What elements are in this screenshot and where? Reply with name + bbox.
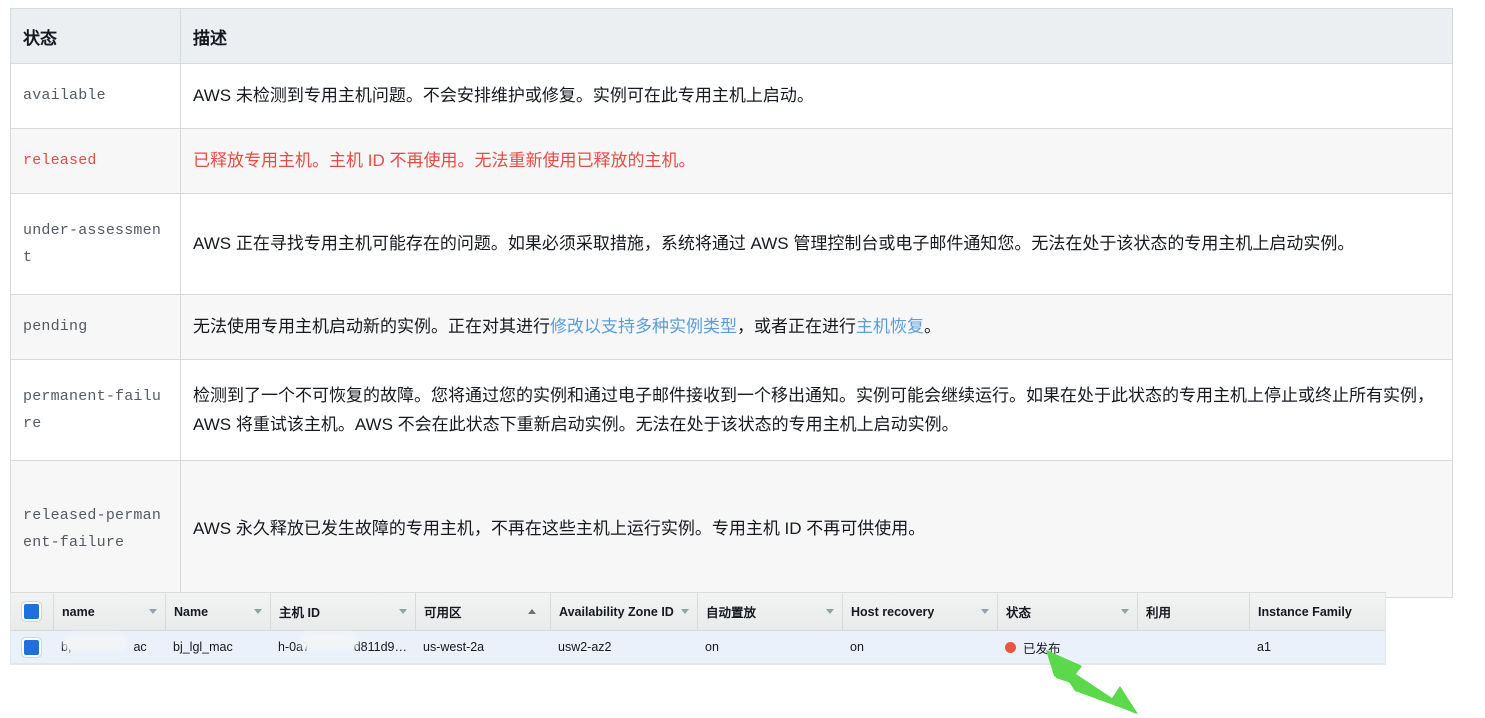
cell-host-id-prefix: h-0a7	[278, 640, 310, 654]
host-state-reference-table: 状态 描述 available AWS 未检测到专用主机问题。不会安排维护或修复…	[10, 8, 1453, 598]
pending-desc-text-3: 。	[924, 317, 941, 337]
chevron-down-icon[interactable]	[826, 609, 834, 614]
table-row: pending 无法使用专用主机启动新的实例。正在对其进行修改以支持多种实例类型…	[10, 294, 1453, 360]
column-header-name[interactable]: Name	[165, 593, 270, 630]
column-header-instance-family[interactable]: Instance Family	[1249, 593, 1385, 630]
column-header-status[interactable]: 状态	[997, 593, 1137, 630]
column-header-label: 主机 ID	[279, 606, 320, 620]
pending-desc-text-2: ，或者正在进行	[737, 317, 856, 337]
table-row: under-assessment AWS 正在寻找专用主机可能存在的问题。如果必…	[10, 193, 1453, 295]
state-description-released: 已释放专用主机。主机 ID 不再使用。无法重新使用已释放的主机。	[180, 128, 1453, 194]
column-header-label: Instance Family	[1258, 604, 1352, 619]
state-value-pending: pending	[10, 294, 181, 360]
column-header-label: Name	[174, 604, 209, 619]
cell-auto-placement: on	[705, 640, 719, 654]
cell-host-id-suffix: d811d9…	[353, 640, 407, 654]
column-header-state: 状态	[10, 8, 181, 64]
chevron-down-icon[interactable]	[681, 609, 689, 614]
cell-status: 已发布	[997, 631, 1137, 663]
chevron-down-icon[interactable]	[399, 609, 407, 614]
state-description-released-permanent-failure: AWS 永久释放已发生故障的专用主机，不再在这些主机上运行实例。专用主机 ID …	[180, 460, 1453, 598]
column-header-label: 利用	[1146, 606, 1172, 620]
chevron-down-icon[interactable]	[1121, 609, 1129, 614]
cell-name-tag-prefix: b,	[61, 640, 72, 654]
column-header-label: 自动置放	[706, 606, 757, 620]
column-header-name-tag[interactable]: name	[53, 593, 165, 630]
state-value-released-permanent-failure: released-permanent-failure	[10, 460, 181, 598]
column-header-label: Availability Zone ID	[559, 604, 674, 619]
cell-availability-zone: us-west-2a	[423, 640, 485, 654]
column-header-host-recovery[interactable]: Host recovery	[842, 593, 997, 630]
column-header-availability-zone[interactable]: 可用区	[415, 593, 550, 630]
cell-instance-family: a1	[1257, 640, 1271, 654]
column-header-label: 可用区	[424, 606, 462, 620]
chevron-down-icon[interactable]	[981, 609, 989, 614]
column-header-description: 描述	[180, 8, 1453, 64]
cell-name-tag-suffix: ac	[133, 640, 147, 654]
column-header-availability-zone-id[interactable]: Availability Zone ID	[550, 593, 697, 630]
dedicated-hosts-grid: name Name 主机 ID 可用区 Availability Zone ID…	[10, 592, 1386, 665]
status-badge: 已发布	[1023, 641, 1061, 656]
state-value-released: released	[10, 128, 181, 194]
sort-ascending-icon[interactable]	[528, 609, 536, 614]
state-value-under-assessment: under-assessment	[10, 193, 181, 295]
state-value-permanent-failure: permanent-failure	[10, 359, 181, 461]
grid-header-row: name Name 主机 ID 可用区 Availability Zone ID…	[11, 593, 1385, 631]
state-description-permanent-failure: 检测到了一个不可恢复的故障。您将通过您的实例和通过电子邮件接收到一个移出通知。实…	[180, 359, 1453, 461]
doc-table-head: 状态 描述	[10, 8, 1453, 64]
link-host-recovery[interactable]: 主机恢复	[856, 317, 924, 336]
column-header-host-id[interactable]: 主机 ID	[270, 593, 415, 630]
cell-name: bj_lgl_mac	[173, 640, 233, 654]
select-all-cell[interactable]	[11, 593, 53, 630]
pending-desc-text-1: 无法使用专用主机启动新的实例。正在对其进行	[193, 317, 550, 337]
doc-table-header-row: 状态 描述	[10, 8, 1453, 64]
state-description-under-assessment: AWS 正在寻找专用主机可能存在的问题。如果必须采取措施，系统将通过 AWS 管…	[180, 193, 1453, 295]
cell-host-recovery: on	[850, 640, 864, 654]
chevron-down-icon[interactable]	[254, 609, 262, 614]
column-header-label: 状态	[1006, 606, 1032, 620]
table-row: released 已释放专用主机。主机 ID 不再使用。无法重新使用已释放的主机…	[10, 128, 1453, 194]
column-header-auto-placement[interactable]: 自动置放	[697, 593, 842, 630]
link-modify-instance-types[interactable]: 修改以支持多种实例类型	[550, 317, 737, 336]
row-select-checkbox[interactable]	[24, 639, 39, 655]
column-header-label: name	[62, 604, 95, 619]
table-row: permanent-failure 检测到了一个不可恢复的故障。您将通过您的实例…	[10, 359, 1453, 461]
table-row[interactable]: b, ac bj_lgl_mac h-0a7 d811d9… us-west-2…	[11, 631, 1385, 664]
chevron-down-icon[interactable]	[149, 609, 157, 614]
select-all-checkbox[interactable]	[24, 604, 39, 619]
cell-host-id: h-0a7 d811d9…	[270, 631, 415, 663]
cell-utilization	[1137, 631, 1249, 663]
doc-table: 状态 描述 available AWS 未检测到专用主机问题。不会安排维护或修复…	[10, 8, 1453, 598]
column-header-utilization[interactable]: 利用	[1137, 593, 1249, 630]
doc-table-body: available AWS 未检测到专用主机问题。不会安排维护或修复。实例可在此…	[10, 63, 1453, 598]
cell-availability-zone-id: usw2-az2	[558, 640, 612, 654]
row-select-cell[interactable]	[11, 631, 53, 663]
cell-name-tag: b, ac	[53, 631, 165, 663]
state-description-pending: 无法使用专用主机启动新的实例。正在对其进行修改以支持多种实例类型，或者正在进行主…	[180, 294, 1453, 360]
column-header-label: Host recovery	[851, 604, 935, 619]
state-description-available: AWS 未检测到专用主机问题。不会安排维护或修复。实例可在此专用主机上启动。	[180, 63, 1453, 129]
table-row: released-permanent-failure AWS 永久释放已发生故障…	[10, 460, 1453, 598]
table-row: available AWS 未检测到专用主机问题。不会安排维护或修复。实例可在此…	[10, 63, 1453, 129]
status-indicator-icon	[1005, 641, 1016, 653]
state-value-available: available	[10, 63, 181, 129]
